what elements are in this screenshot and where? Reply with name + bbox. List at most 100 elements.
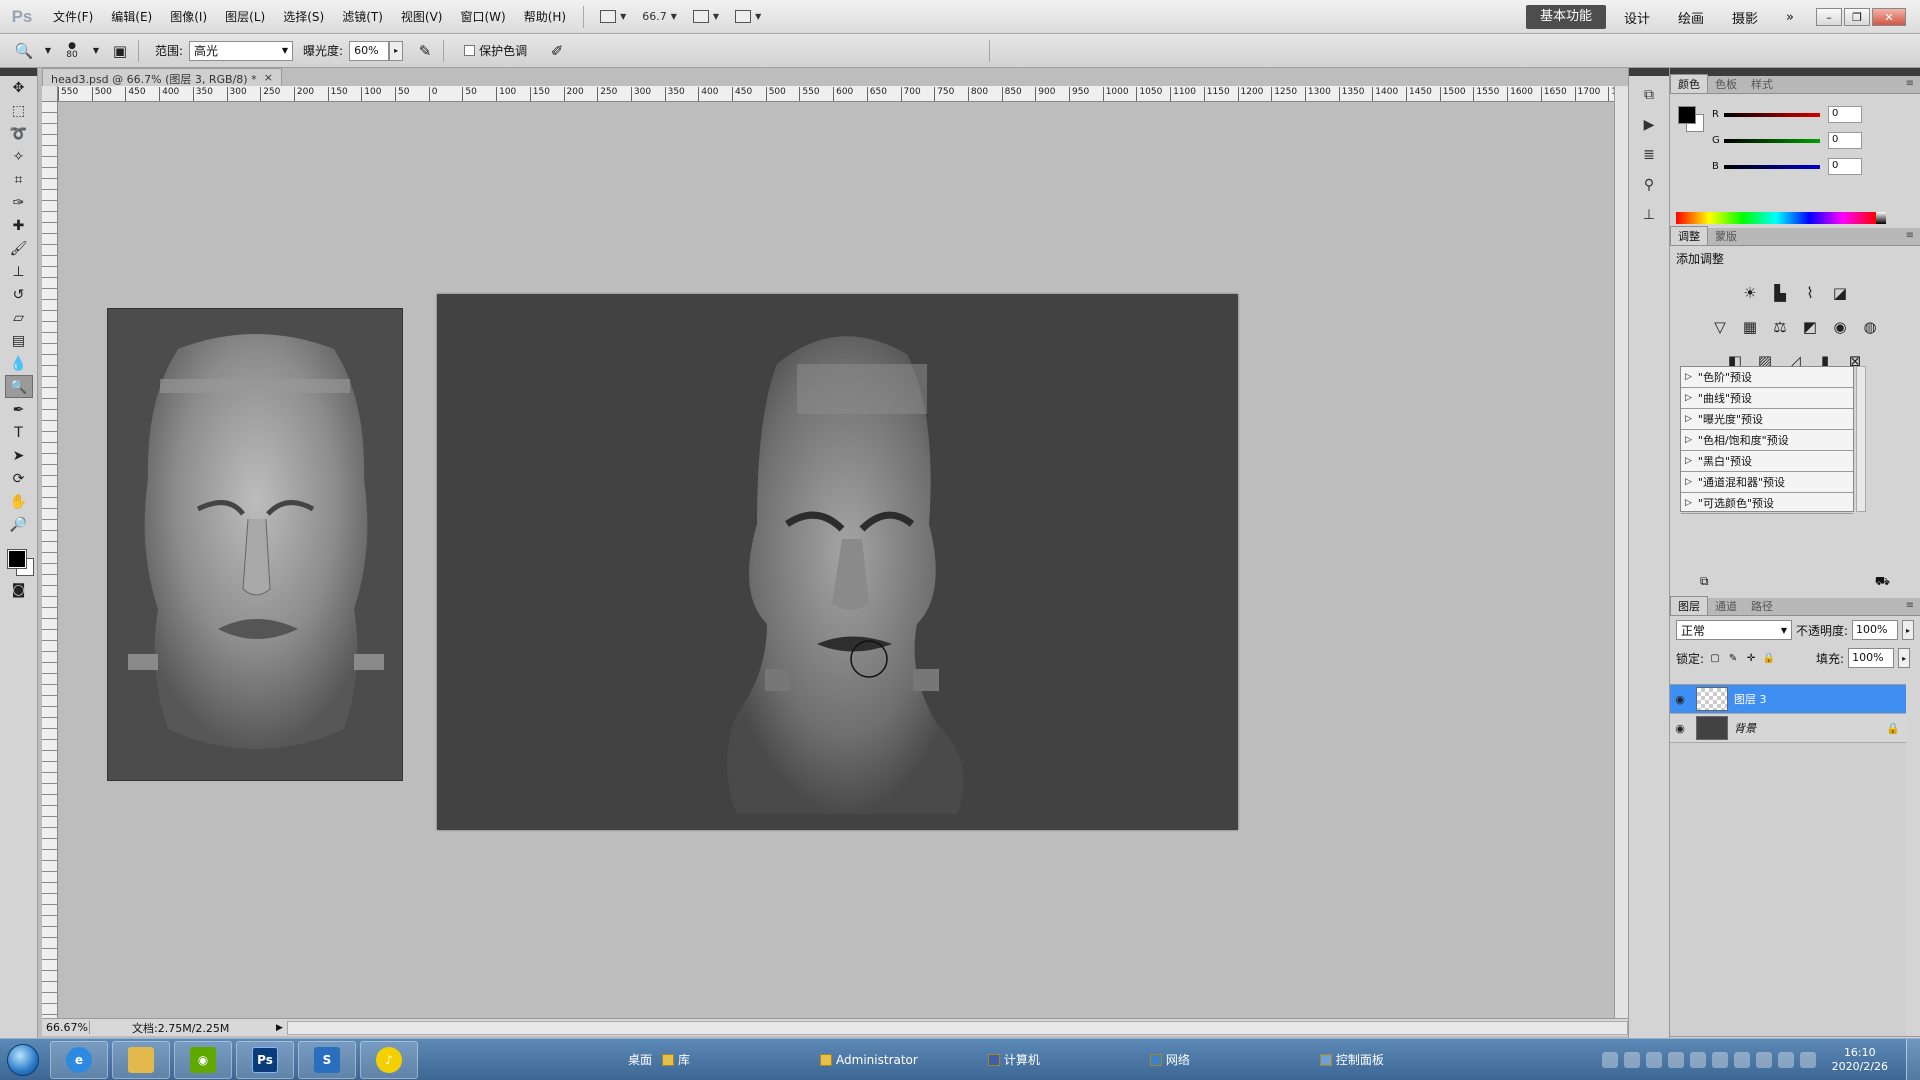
eraser-tool-icon[interactable]: ▱ xyxy=(5,306,33,329)
preset-item-curves[interactable]: ▷ "曲线"预设 xyxy=(1681,388,1853,409)
airbrush-icon[interactable]: ✎ xyxy=(413,39,437,63)
preset-item-levels[interactable]: ▷ "色阶"预设 xyxy=(1681,367,1853,388)
brush-presets-panel-icon[interactable]: ≣ xyxy=(1637,144,1661,166)
blend-mode-select[interactable]: 正常 ▼ xyxy=(1676,620,1792,640)
status-menu-arrow-icon[interactable]: ▶ xyxy=(276,1023,283,1033)
menu-window[interactable]: 窗口(W) xyxy=(451,8,514,25)
opacity-input[interactable]: 100% xyxy=(1852,620,1898,640)
photo-filter-icon[interactable]: ◉ xyxy=(1828,315,1852,339)
layer-row[interactable]: ◉ 图层 3 xyxy=(1670,685,1906,714)
dodge-tool-icon[interactable]: 🔍 xyxy=(4,375,33,398)
blue-channel-input[interactable]: 0 xyxy=(1828,158,1862,175)
restore-button[interactable]: ❐ xyxy=(1844,8,1870,26)
brush-size-picker[interactable]: ● 80 xyxy=(60,39,84,63)
brush-panel-toggle-icon[interactable]: ▣ xyxy=(108,39,132,63)
menu-filter[interactable]: 滤镜(T) xyxy=(333,8,392,25)
type-tool-icon[interactable]: T xyxy=(5,421,33,444)
lasso-tool-icon[interactable]: ➰ xyxy=(5,122,33,145)
vertical-scrollbar[interactable] xyxy=(1614,86,1628,1018)
color-balance-icon[interactable]: ⚖ xyxy=(1768,315,1792,339)
black-white-icon[interactable]: ◩ xyxy=(1798,315,1822,339)
blur-tool-icon[interactable]: 💧 xyxy=(5,352,33,375)
panel-grip[interactable] xyxy=(0,68,37,76)
more-workspaces-button[interactable]: » xyxy=(1772,10,1808,25)
layer-row[interactable]: ◉ 背景 🔒 xyxy=(1670,714,1906,743)
status-zoom-value[interactable]: 66.67% xyxy=(42,1021,90,1034)
preset-list-scrollbar[interactable] xyxy=(1856,366,1866,512)
healing-brush-tool-icon[interactable]: ✚ xyxy=(5,214,33,237)
history-panel-icon[interactable]: ⧉ xyxy=(1637,84,1661,106)
launch-bridge-button[interactable]: ▼ xyxy=(592,10,634,23)
hand-tool-icon[interactable]: ✋ xyxy=(5,490,33,513)
layer-name[interactable]: 背景 xyxy=(1734,720,1886,736)
red-channel-input[interactable]: 0 xyxy=(1828,106,1862,123)
visibility-eye-icon[interactable]: ◉ xyxy=(1670,722,1690,735)
taskbar-link-computer[interactable]: 计算机 xyxy=(987,1051,1040,1068)
lock-position-icon[interactable]: ✛ xyxy=(1744,651,1758,665)
taskbar-app-sai[interactable]: S xyxy=(298,1040,356,1079)
move-tool-icon[interactable]: ✥ xyxy=(5,76,33,99)
color-spectrum-ramp[interactable] xyxy=(1676,212,1886,224)
exposure-input[interactable]: 60% xyxy=(349,40,390,61)
show-desktop-button[interactable] xyxy=(1906,1039,1920,1080)
menu-file[interactable]: 文件(F) xyxy=(44,8,102,25)
tab-channels[interactable]: 通道 xyxy=(1708,597,1744,615)
tab-color[interactable]: 颜色 xyxy=(1670,74,1708,93)
vertical-ruler[interactable] xyxy=(42,102,58,1018)
history-brush-tool-icon[interactable]: ↺ xyxy=(5,283,33,306)
network-tray-icon[interactable] xyxy=(1689,1052,1706,1068)
levels-icon[interactable]: ▙ xyxy=(1768,281,1792,305)
input-method-icon[interactable] xyxy=(1645,1052,1662,1068)
menu-help[interactable]: 帮助(H) xyxy=(515,8,575,25)
fill-slider-toggle[interactable]: ▸ xyxy=(1898,648,1911,668)
zoom-tool-icon[interactable]: 🔎 xyxy=(5,513,33,536)
tab-layers[interactable]: 图层 xyxy=(1670,596,1708,615)
workspace-photography[interactable]: 摄影 xyxy=(1718,8,1772,27)
tab-styles[interactable]: 样式 xyxy=(1744,75,1780,93)
blue-channel-slider[interactable] xyxy=(1724,164,1820,169)
zoom-level-dropdown[interactable]: 66.7 ▼ xyxy=(634,10,685,23)
lock-transparency-icon[interactable]: ▢ xyxy=(1708,651,1722,665)
layer-name[interactable]: 图层 3 xyxy=(1734,691,1906,707)
green-channel-slider[interactable] xyxy=(1724,138,1820,143)
system-clock[interactable]: 16:10 2020/2/26 xyxy=(1832,1046,1888,1074)
security-tray-icon[interactable] xyxy=(1733,1052,1750,1068)
clip-to-layer-icon[interactable]: ⧉ xyxy=(1700,574,1709,590)
panel-grip[interactable] xyxy=(1629,68,1669,76)
clone-source-panel-icon[interactable]: ⚲ xyxy=(1637,174,1661,196)
fill-input[interactable]: 100% xyxy=(1848,648,1895,668)
actions-panel-icon[interactable]: ▶ xyxy=(1637,114,1661,136)
taskbar-app-photoshop[interactable]: Ps xyxy=(236,1040,294,1079)
tab-adjustments[interactable]: 调整 xyxy=(1670,226,1708,245)
chevron-down-icon[interactable]: ▼ xyxy=(84,39,108,63)
screen-mode-button[interactable]: ▼ xyxy=(727,10,769,23)
taskbar-link-libraries[interactable]: 库 xyxy=(662,1051,690,1068)
protect-tones-checkbox[interactable] xyxy=(464,45,476,56)
panel-menu-icon[interactable]: ≡ xyxy=(1906,600,1914,611)
horizontal-ruler[interactable]: 550 500 450 400 350 300 250 200 150 100 50 0 50 100 15… xyxy=(58,86,1628,102)
menu-edit[interactable]: 编辑(E) xyxy=(102,8,161,25)
tab-paths[interactable]: 路径 xyxy=(1744,597,1780,615)
arrange-documents-button[interactable]: ▼ xyxy=(685,10,727,23)
keyboard-icon[interactable] xyxy=(1601,1052,1618,1068)
minimize-button[interactable]: – xyxy=(1816,8,1842,26)
browser-tray-icon[interactable] xyxy=(1667,1052,1684,1068)
taskbar-link-administrator[interactable]: Administrator xyxy=(820,1053,918,1067)
vibrance-icon[interactable]: ▽ xyxy=(1708,315,1732,339)
workspace-painting[interactable]: 绘画 xyxy=(1664,8,1718,27)
tablet-pressure-icon[interactable]: ✐ xyxy=(545,39,569,63)
visibility-eye-icon[interactable]: ◉ xyxy=(1670,693,1690,706)
start-button[interactable] xyxy=(0,1040,46,1080)
taskbar-app-qqmusic[interactable]: ♪ xyxy=(360,1040,418,1079)
path-selection-tool-icon[interactable]: ➤ xyxy=(5,444,33,467)
chevron-down-icon[interactable]: ▼ xyxy=(36,39,60,63)
preset-item-channel-mixer[interactable]: ▷ "通道混和器"预设 xyxy=(1681,472,1853,493)
hue-saturation-icon[interactable]: ▦ xyxy=(1738,315,1762,339)
lock-all-icon[interactable]: 🔒 xyxy=(1762,651,1776,665)
green-channel-input[interactable]: 0 xyxy=(1828,132,1862,149)
menu-image[interactable]: 图像(I) xyxy=(161,8,216,25)
document-tab[interactable]: head3.psd @ 66.7% (图层 3, RGB/8) * × xyxy=(42,68,282,86)
taskbar-link-network[interactable]: 网络 xyxy=(1149,1051,1190,1068)
tool-presets-panel-icon[interactable]: ⊥ xyxy=(1637,204,1661,226)
horizontal-scrollbar[interactable] xyxy=(286,1020,1628,1035)
